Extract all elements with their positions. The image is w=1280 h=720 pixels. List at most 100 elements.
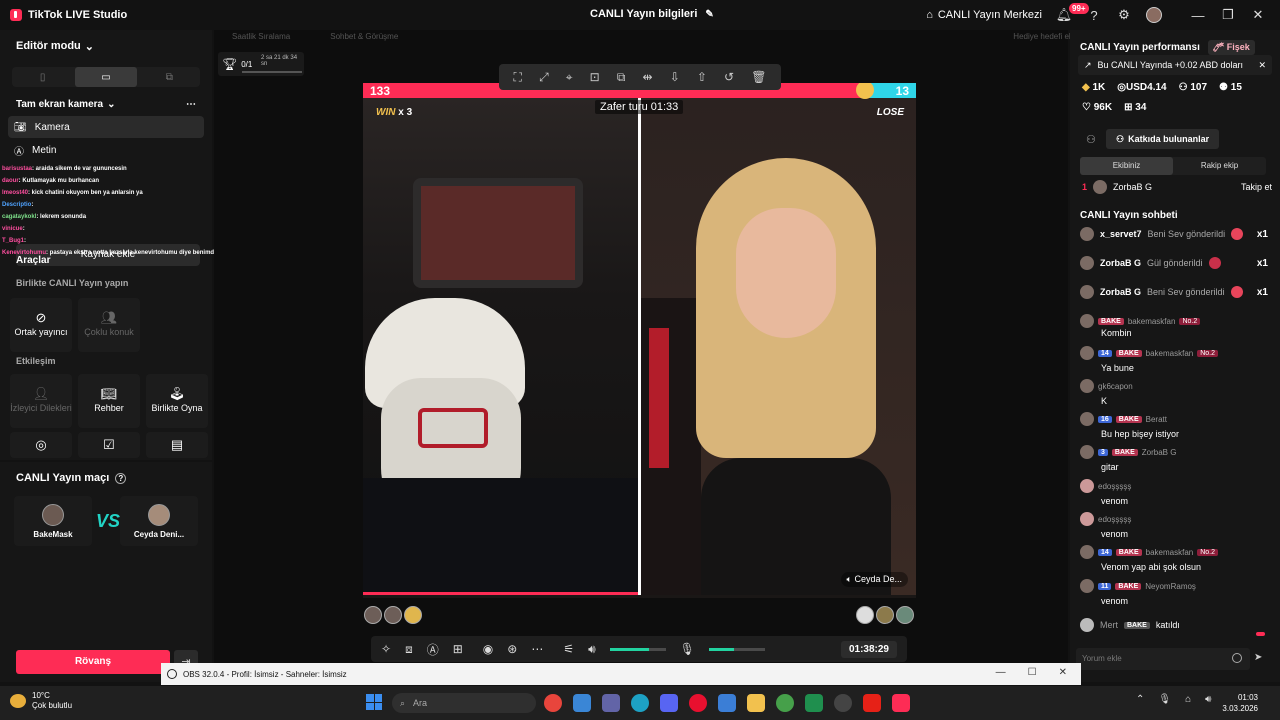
chat-message[interactable]: 3 BAKE ZorbaB G gitar [1080, 445, 1270, 472]
scene-title[interactable]: Tam ekran kamera [16, 99, 103, 110]
discord-icon[interactable] [660, 694, 678, 712]
folder-icon[interactable] [747, 694, 765, 712]
trash-icon[interactable]: 🗑︎ [751, 70, 766, 84]
goal-widget[interactable]: 🏆︎ 0/1 2 sa 21 dk 34 sn [218, 52, 304, 76]
tool-tile[interactable]: ▤ [146, 432, 208, 458]
chat-message[interactable]: BAKE bakemaskfan No.2 Kombin [1080, 314, 1270, 338]
follow-button[interactable]: Takip et [1241, 182, 1272, 192]
obs-window-bar[interactable]: OBS 32.0.4 - Profil: İsimsiz - Sahneler:… [161, 663, 1081, 685]
network-icon[interactable]: ⌂ [1185, 694, 1191, 705]
avatar[interactable] [404, 606, 422, 624]
avatar[interactable] [896, 606, 914, 624]
battle-video[interactable]: 🔈︎ Ceyda De... 133 13 Zafer turu 01:33 W… [363, 83, 916, 598]
effects-icon[interactable]: ⊛ [507, 642, 517, 656]
landscape-mode-button[interactable]: ▭ [75, 67, 137, 87]
screen-share-icon[interactable]: ⧈ [405, 642, 413, 657]
source-camera[interactable]: 📷︎ Kamera [8, 116, 204, 138]
play-together-tile[interactable]: 🕹︎ Birlikte Oyna [146, 374, 208, 428]
edge-icon[interactable] [631, 694, 649, 712]
tiktok-icon[interactable] [892, 694, 910, 712]
portrait-mode-button[interactable]: ▯ [12, 67, 73, 87]
copy-icon[interactable]: ⧉ [617, 70, 626, 85]
maximize-button[interactable]: ❐ [1220, 7, 1236, 23]
contributors-button[interactable]: ⚇ Katkıda bulunanlar [1106, 129, 1220, 149]
send-icon[interactable]: ➤ [1254, 652, 1262, 663]
avatar[interactable] [364, 606, 382, 624]
youtube-icon[interactable] [863, 694, 881, 712]
volume-icon[interactable]: 🔊︎ [1205, 694, 1211, 705]
taskbar-search[interactable]: ⌕ Ara [392, 693, 536, 713]
emoji-icon[interactable] [1232, 653, 1242, 663]
rematch-button[interactable]: Rövanş [16, 650, 170, 674]
rotate-icon[interactable]: ↺ [724, 70, 734, 84]
opponent-name[interactable]: 🔈︎ Ceyda De... [840, 572, 908, 587]
volume-slider[interactable] [609, 647, 666, 651]
fisek-badge[interactable]: 🧨︎ Fişek [1207, 40, 1255, 55]
chevron-up-icon[interactable]: ⌃ [1136, 694, 1144, 705]
magic-wand-icon[interactable]: ✧ [381, 642, 391, 656]
chat-message[interactable]: edoşşşşş venom [1080, 512, 1270, 539]
xbox-icon[interactable] [805, 694, 823, 712]
more-icon[interactable]: ⋯ [186, 99, 196, 110]
sliders-icon[interactable]: ⚟ [563, 642, 574, 656]
tool-tile[interactable]: ☑ [78, 432, 140, 458]
chevron-down-icon[interactable]: ⌄ [107, 99, 115, 110]
volume-icon[interactable]: 🔊︎ [588, 642, 596, 657]
close-button[interactable]: ✕ [1059, 667, 1067, 678]
mail-icon[interactable] [718, 694, 736, 712]
match-player-card[interactable]: BakeMask [14, 496, 92, 546]
guide-tile[interactable]: 📖︎ Rehber [78, 374, 140, 428]
close-button[interactable]: ✕ [1250, 7, 1266, 23]
dual-mode-button[interactable]: ⧉ [139, 67, 200, 87]
help-icon[interactable]: ? [115, 472, 127, 484]
taskbar-clock[interactable]: 01:03 3.03.2026 [1222, 692, 1258, 714]
obs-icon[interactable] [834, 694, 852, 712]
stream-info-button[interactable]: CANLI Yayın bilgileri ✎ [590, 8, 714, 20]
minimize-button[interactable]: — [996, 667, 1006, 678]
editor-mode-dropdown[interactable]: Editör modu ⌄ [0, 40, 212, 53]
opera-icon[interactable] [689, 694, 707, 712]
store-icon[interactable] [573, 694, 591, 712]
center-icon[interactable]: ⌖ [566, 70, 573, 85]
co-host-tile[interactable]: ⊘ Ortak yayıncı [10, 298, 72, 352]
fullscreen-icon[interactable]: ⛶ [514, 70, 522, 85]
chat-message[interactable]: edoşşşşş venom [1080, 479, 1270, 506]
chrome-icon[interactable] [776, 694, 794, 712]
layer-down-icon[interactable]: ⇩ [670, 70, 680, 84]
avatar[interactable] [876, 606, 894, 624]
minimize-button[interactable]: — [1190, 7, 1206, 23]
more-icon[interactable]: ⋯ [531, 642, 543, 656]
gear-icon[interactable]: ⚙ [1116, 7, 1132, 23]
weather-widget[interactable]: 10°C Çok bulutlu [10, 691, 72, 711]
avatar[interactable] [1146, 7, 1162, 23]
flip-icon[interactable]: ⇹ [643, 70, 653, 84]
mic-slider[interactable] [708, 647, 765, 651]
tab-rival-team[interactable]: Rakip ekip [1173, 157, 1266, 175]
avatar[interactable] [856, 606, 874, 624]
layer-up-icon[interactable]: ⇧ [697, 70, 707, 84]
comment-input[interactable]: Yorum ekle [1076, 648, 1250, 670]
chat-message[interactable]: 16 BAKE Beratt Bu hep bişey istiyor [1080, 412, 1270, 439]
match-player-card[interactable]: Ceyda Deni... [120, 496, 198, 546]
teams-icon[interactable] [602, 694, 620, 712]
crop-icon[interactable]: ⊡ [590, 70, 600, 84]
hourly-ranking[interactable]: Saatlik Sıralama [232, 32, 290, 41]
live-center-button[interactable]: ⌂ CANLI Yayın Merkezi [926, 9, 1042, 21]
tool-tile[interactable]: ◎ [10, 432, 72, 458]
mic-icon[interactable]: 🎙︎ [680, 642, 695, 656]
windows-start-icon[interactable] [366, 694, 382, 710]
maximize-button[interactable]: ☐ [1028, 667, 1037, 678]
record-icon[interactable]: ◉ [483, 642, 493, 656]
viewer-wishes-tile[interactable]: 👤︎ İzleyici Dilekleri [10, 374, 72, 428]
chrome-icon[interactable] [544, 694, 562, 712]
chat-message[interactable]: 14 BAKE bakemaskfan No.2 Venom yap abi şok … [1080, 545, 1270, 572]
multi-guest-tile[interactable]: 👥︎ Çoklu konuk [78, 298, 140, 352]
tab-our-team[interactable]: Ekibiniz [1080, 157, 1173, 175]
chat-message[interactable]: 11 BAKE NeyomRamoş venom [1080, 579, 1270, 606]
chat-meeting[interactable]: Sohbet & Görüşme [330, 32, 398, 41]
fit-icon[interactable]: ⤢ [539, 70, 549, 85]
mic-icon[interactable]: 🎙︎ [1158, 694, 1171, 705]
close-icon[interactable]: ✕ [1258, 60, 1266, 71]
source-text[interactable]: Ⓐ Metin [8, 139, 204, 161]
ai-icon[interactable]: Ⓐ [427, 641, 439, 658]
